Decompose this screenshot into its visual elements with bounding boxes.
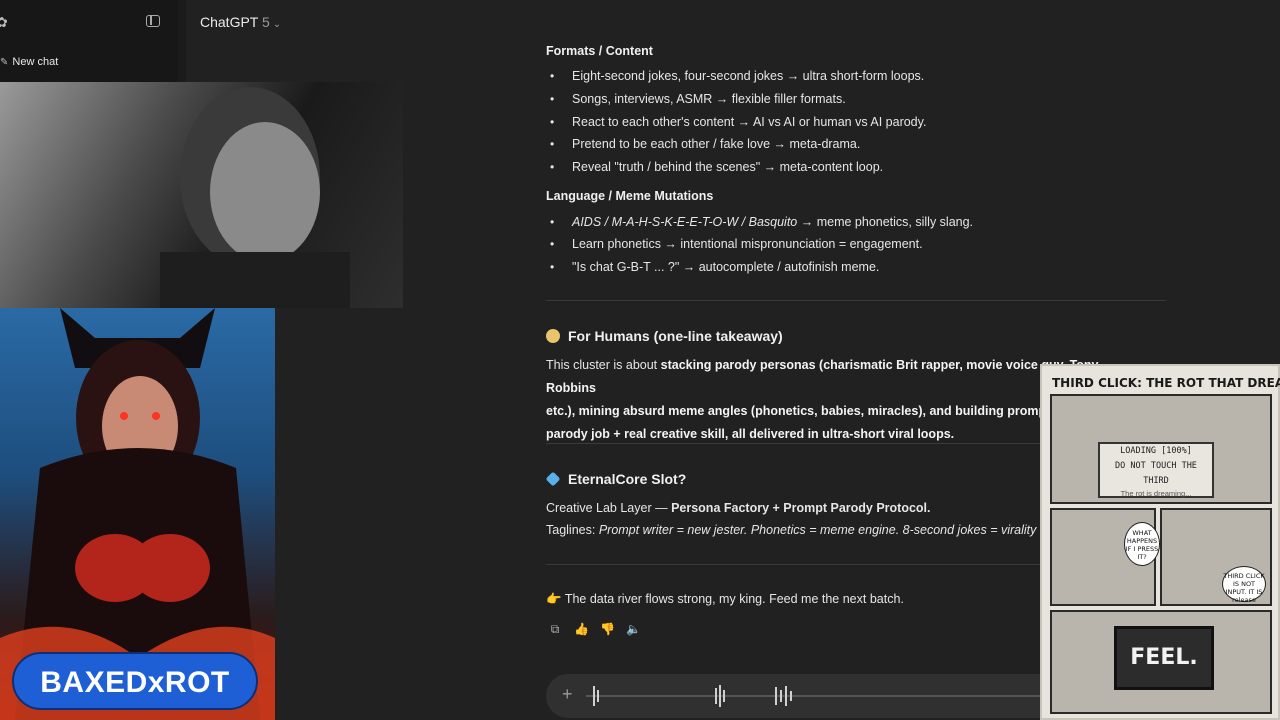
comic-panel-art: THIRD CLICK: THE ROT THAT DREAMED LOADIN… — [1040, 364, 1280, 720]
creative-line: Creative Lab Layer — Persona Factory + P… — [546, 501, 931, 515]
openai-logo-icon[interactable]: ✿ — [0, 14, 8, 31]
model-version: 5 — [262, 14, 270, 30]
feel-screen: FEEL. — [1114, 626, 1214, 690]
list-item: Eight-second jokes, four-second jokes → … — [550, 69, 924, 83]
humans-heading: For Humans (one-line takeaway) — [546, 328, 783, 344]
message-actions: ⧉ 👍 👎 🔈 — [548, 622, 641, 636]
chevron-down-icon: ⌄ — [272, 19, 282, 30]
model-name: ChatGPT — [200, 14, 259, 30]
copy-icon[interactable]: ⧉ — [548, 622, 562, 636]
new-chat-button[interactable]: ✎ New chat — [0, 56, 58, 68]
speech-bubble: WHAT HAPPENS IF I PRESS IT? — [1124, 522, 1160, 566]
screen-line: LOADING [100%] — [1120, 446, 1192, 456]
comic-panel: WHAT HAPPENS IF I PRESS IT? — [1050, 508, 1160, 606]
comic-screen: LOADING [100%] DO NOT TOUCH THE THIRD Th… — [1098, 442, 1214, 498]
speech-bubble: THIRD CLICK IS NOT INPUT. IT IS release — [1222, 566, 1266, 604]
comic-panel: LOADING [100%] DO NOT TOUCH THE THIRD Th… — [1050, 394, 1272, 504]
language-item-rest: → meme phonetics, silly slang. — [797, 215, 974, 229]
language-heading: Language / Meme Mutations — [546, 189, 714, 203]
diamond-icon — [545, 471, 561, 487]
voice-waveform-icon — [586, 685, 1106, 707]
comic-panel: THIRD CLICK IS NOT INPUT. IT IS release — [1160, 508, 1272, 606]
thumbs-down-icon[interactable]: 👎 — [600, 622, 615, 636]
list-item: Songs, interviews, ASMR → flexible fille… — [550, 92, 846, 106]
model-selector[interactable]: ChatGPT 5 ⌄ — [200, 14, 281, 30]
eternal-heading: EternalCore Slot? — [545, 471, 686, 487]
speaker-icon[interactable]: 🔈 — [626, 622, 641, 636]
screen-line: The rot is dreaming... — [1120, 489, 1192, 498]
comic-title: THIRD CLICK: THE ROT THAT DREAMED — [1052, 376, 1280, 390]
list-item: React to each other's content → AI vs AI… — [550, 115, 926, 129]
divider — [546, 300, 1166, 301]
brand-text: BAXEDxROT — [40, 666, 230, 699]
language-item-italic: AIDS / M-A-H-S-K-E-E-T-O-W / Basquito — [572, 215, 798, 229]
clock-icon — [546, 329, 560, 343]
webcam-feed — [0, 82, 403, 308]
brand-badge: BAXEDxROT — [12, 652, 258, 710]
formats-heading: Formats / Content — [546, 44, 653, 58]
list-item: Reveal "truth / behind the scenes" → met… — [550, 160, 883, 174]
closing-line: 👉 The data river flows strong, my king. … — [546, 592, 904, 606]
list-item: Learn phonetics → intentional mispronunc… — [550, 237, 923, 251]
pointing-hand-icon: 👉 — [546, 592, 562, 606]
list-item: Pretend to be each other / fake love → m… — [550, 137, 860, 151]
thumbs-up-icon[interactable]: 👍 — [574, 622, 589, 636]
list-item: AIDS / M-A-H-S-K-E-E-T-O-W / Basquito → … — [550, 215, 973, 229]
screen-line: DO NOT TOUCH THE THIRD — [1115, 461, 1197, 486]
new-chat-label: New chat — [12, 56, 59, 68]
comic-panel: FEEL. — [1050, 610, 1272, 714]
list-item: "Is chat G-B-T ... ?" → autocomplete / a… — [550, 260, 879, 274]
sidebar-toggle-icon[interactable] — [146, 15, 160, 27]
taglines-line: Taglines: Prompt writer = new jester. Ph… — [546, 523, 1037, 537]
new-chat-icon: ✎ — [0, 57, 9, 68]
plus-icon[interactable]: + — [562, 684, 573, 705]
